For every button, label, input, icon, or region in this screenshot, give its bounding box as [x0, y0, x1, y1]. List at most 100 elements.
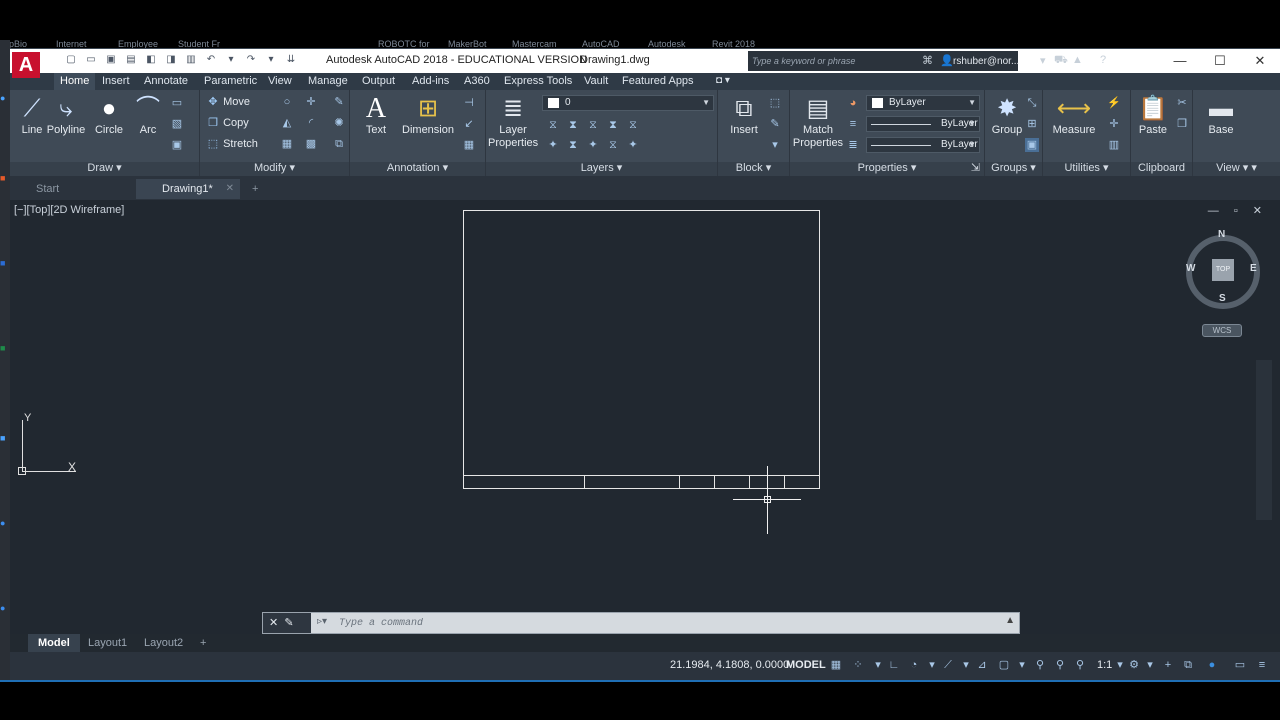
- rectangle-icon[interactable]: ▭: [170, 96, 184, 110]
- measure-button[interactable]: ⟷ Measure: [1051, 94, 1097, 137]
- copy-button[interactable]: ❐ Copy: [206, 114, 249, 132]
- navigation-bar[interactable]: [1256, 360, 1272, 520]
- viewport-controls-label[interactable]: [−][Top][2D Wireframe]: [14, 204, 124, 216]
- tab-start[interactable]: Start: [10, 179, 136, 199]
- tab-express-tools[interactable]: Express Tools: [504, 75, 572, 87]
- ungroup-icon[interactable]: ⤡: [1025, 96, 1039, 110]
- viewport-window-controls[interactable]: — ▫ ✕: [1208, 204, 1268, 217]
- color-dropdown[interactable]: ByLayer ▼: [866, 95, 980, 111]
- maximize-button[interactable]: ☐: [1200, 49, 1240, 73]
- cut-icon[interactable]: ✂: [1175, 96, 1189, 110]
- object-snap-tracking-icon[interactable]: ⊿: [976, 659, 988, 671]
- application-menu-button[interactable]: A: [12, 52, 40, 78]
- tab-view[interactable]: View: [268, 75, 292, 87]
- chevron-down-icon[interactable]: ▾: [1144, 659, 1156, 671]
- search-input[interactable]: [752, 53, 902, 69]
- save-as-icon[interactable]: ▤: [124, 53, 138, 67]
- annotation-scale-icon[interactable]: ⚲: [1074, 659, 1086, 671]
- viewcube[interactable]: TOP N S E W: [1186, 229, 1260, 309]
- block-panel-title[interactable]: Block ▾: [718, 162, 789, 176]
- binoculars-icon[interactable]: ⌘: [922, 54, 933, 67]
- close-icon[interactable]: ✕: [226, 179, 234, 199]
- draw-panel-title[interactable]: Draw ▾: [10, 162, 199, 176]
- chevron-down-icon[interactable]: ▾: [1040, 54, 1046, 67]
- scale-icon[interactable]: ▦: [280, 137, 294, 151]
- desktop-app-icon[interactable]: ■: [0, 430, 10, 446]
- groups-panel-title[interactable]: Groups ▾: [985, 162, 1042, 176]
- leader-icon[interactable]: ⊣: [462, 96, 476, 110]
- layer-tool-icon[interactable]: ⧖: [606, 138, 620, 152]
- command-prompt-icon[interactable]: ▹▾: [317, 616, 327, 627]
- customize-menu-icon[interactable]: ≡: [1256, 659, 1268, 671]
- multileader-icon[interactable]: ↙: [462, 117, 476, 131]
- array-icon[interactable]: ▩: [304, 137, 318, 151]
- modify-panel-title[interactable]: Modify ▾: [200, 162, 349, 176]
- move-button[interactable]: ✥ Move: [206, 93, 250, 111]
- linetype-icon[interactable]: ≡: [846, 117, 860, 131]
- properties-panel-title[interactable]: Properties ▾ ⇲: [790, 162, 984, 176]
- explode-icon[interactable]: ✺: [332, 116, 346, 130]
- lineweight-icon[interactable]: ≣: [846, 138, 860, 152]
- match-properties-button[interactable]: ▤ Match Properties: [792, 94, 844, 150]
- save-icon[interactable]: ▣: [104, 53, 118, 67]
- new-tab-button[interactable]: +: [246, 179, 266, 199]
- view-panel-title[interactable]: View ▾ ▾: [1193, 162, 1280, 176]
- tab-output[interactable]: Output: [362, 75, 395, 87]
- fillet-icon[interactable]: ◜: [304, 116, 318, 130]
- tab-vault[interactable]: Vault: [584, 75, 608, 87]
- dimension-button[interactable]: ⊞ Dimension: [398, 94, 458, 137]
- object-snap-icon[interactable]: ▢: [998, 659, 1010, 671]
- layer-tool-icon[interactable]: ✦: [626, 138, 640, 152]
- desktop-app-icon[interactable]: ●: [0, 90, 10, 106]
- tab-featured-apps[interactable]: Featured Apps: [622, 75, 694, 87]
- tab-layout1[interactable]: Layout1: [78, 634, 137, 652]
- layer-dropdown[interactable]: 0 ▼: [542, 95, 714, 111]
- open-file-icon[interactable]: ▭: [84, 53, 98, 67]
- copy-clip-icon[interactable]: ❐: [1175, 117, 1189, 131]
- chevron-down-icon[interactable]: ▾: [872, 659, 884, 671]
- layer-tool-icon[interactable]: ⧖: [626, 118, 640, 132]
- chevron-down-icon[interactable]: ▾: [1114, 659, 1126, 671]
- polyline-button[interactable]: ⤷ Polyline: [44, 94, 88, 137]
- tab-layout2[interactable]: Layout2: [134, 634, 193, 652]
- a360-icon[interactable]: ▲: [1072, 54, 1083, 66]
- chevron-up-icon[interactable]: ▲: [1005, 615, 1015, 626]
- offset-icon[interactable]: ⧉: [332, 137, 346, 151]
- add-layout-button[interactable]: +: [190, 634, 216, 652]
- arc-button[interactable]: ⌒ Arc: [126, 94, 170, 137]
- utilities-panel-title[interactable]: Utilities ▾: [1043, 162, 1130, 176]
- plus-icon[interactable]: +: [1162, 659, 1174, 671]
- viewcube-top-face[interactable]: TOP: [1212, 259, 1234, 281]
- viewcube-west[interactable]: W: [1186, 263, 1195, 274]
- excel-icon[interactable]: ■: [0, 340, 10, 356]
- chrome-icon[interactable]: ●: [0, 600, 10, 616]
- circle-button[interactable]: ● Circle: [87, 94, 131, 137]
- cart-icon[interactable]: ⛟: [1054, 54, 1068, 68]
- wcs-menu[interactable]: WCS: [1202, 324, 1242, 337]
- layer-tool-icon[interactable]: ⧖: [586, 118, 600, 132]
- tab-insert[interactable]: Insert: [102, 75, 130, 87]
- mirror-icon[interactable]: ◭: [280, 116, 294, 130]
- user-icon[interactable]: 👤: [940, 54, 954, 67]
- attribute-icon[interactable]: ▾: [768, 138, 782, 152]
- isolate-objects-icon[interactable]: ⧉: [1182, 659, 1194, 671]
- layer-tool-icon[interactable]: ⧗: [566, 118, 580, 132]
- insert-button[interactable]: ⧉ Insert: [722, 94, 766, 137]
- lineweight-dropdown[interactable]: ByLayer ▼: [866, 137, 980, 153]
- web-open-icon[interactable]: ◧: [144, 53, 158, 67]
- layer-tool-icon[interactable]: ⧗: [606, 118, 620, 132]
- annotation-scale[interactable]: 1:1: [1097, 659, 1112, 671]
- customize-qat-icon[interactable]: ⇊: [284, 53, 298, 67]
- chrome-icon[interactable]: ●: [0, 515, 10, 531]
- erase-icon[interactable]: ✎: [332, 95, 346, 109]
- layer-tool-icon[interactable]: ✦: [546, 138, 560, 152]
- viewcube-south[interactable]: S: [1219, 293, 1226, 304]
- tab-drawing1[interactable]: Drawing1* ✕: [136, 179, 240, 199]
- new-file-icon[interactable]: ▢: [64, 53, 78, 67]
- color-wheel-icon[interactable]: ◕: [846, 96, 860, 110]
- ribbon-toggle-icon[interactable]: ◘ ▾: [716, 75, 730, 86]
- rotate-icon[interactable]: ○: [280, 95, 294, 109]
- undo-icon[interactable]: ↶: [204, 53, 218, 67]
- chevron-down-icon[interactable]: ▾: [264, 53, 278, 67]
- ortho-icon[interactable]: ∟: [888, 659, 900, 671]
